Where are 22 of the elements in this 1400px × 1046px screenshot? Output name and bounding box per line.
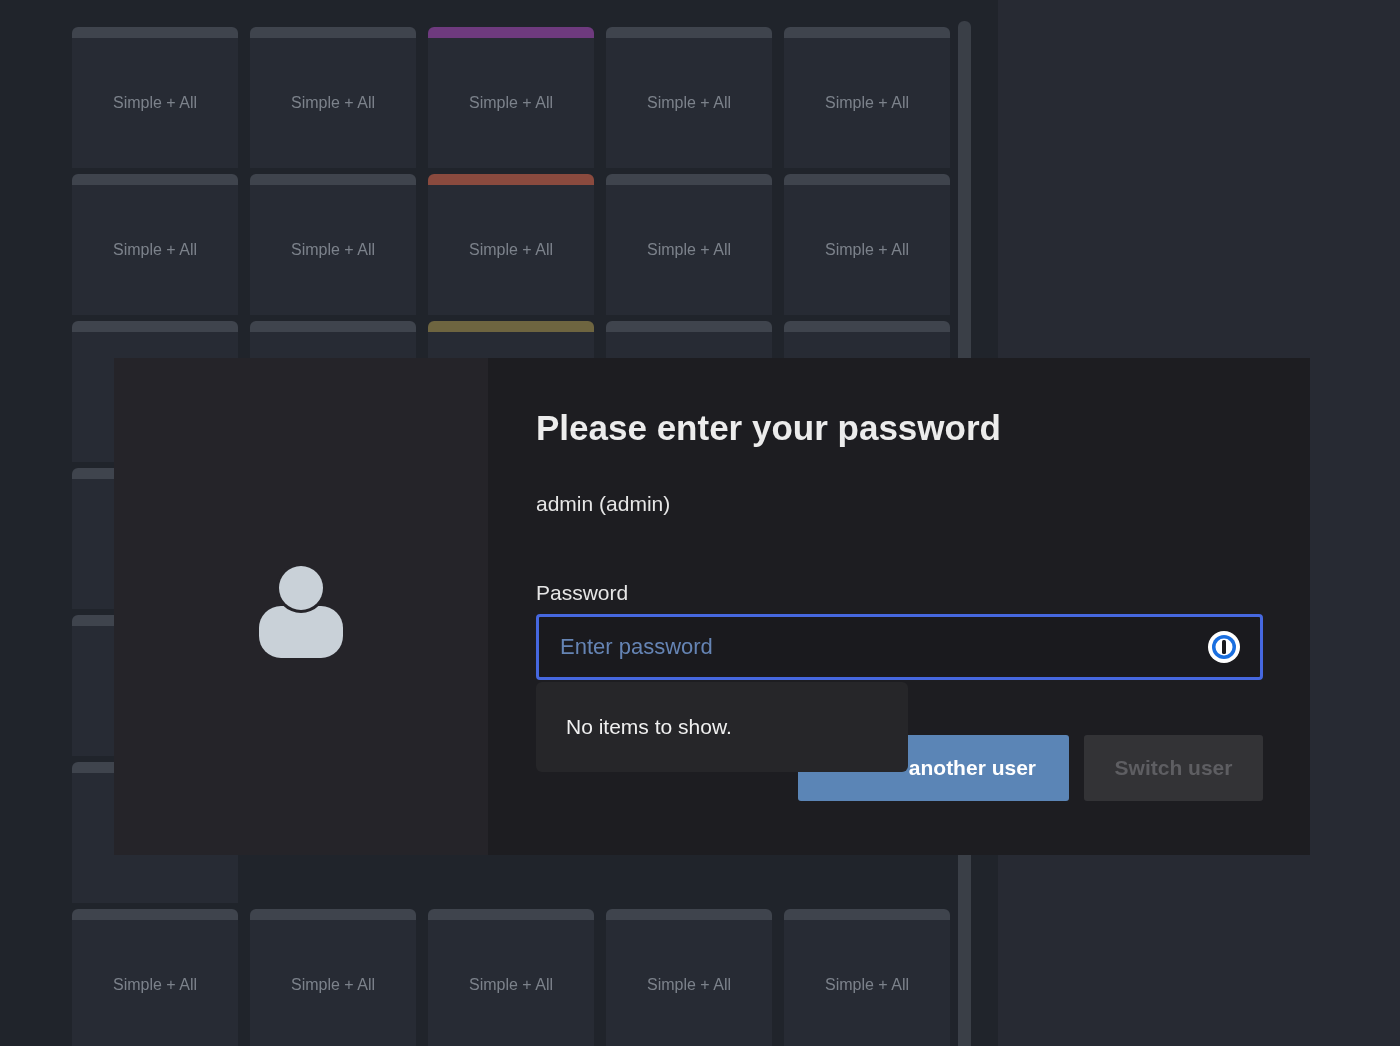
tile-card[interactable]: Simple + All xyxy=(72,38,238,168)
user-icon xyxy=(259,565,343,658)
tile-card[interactable]: Simple + All xyxy=(428,920,594,1046)
tile-card[interactable]: Simple + All xyxy=(784,920,950,1046)
tile-card[interactable]: Simple + All xyxy=(250,185,416,315)
tile-card[interactable]: Simple + All xyxy=(72,185,238,315)
tile-card[interactable]: Simple + All xyxy=(606,920,772,1046)
tile-card[interactable]: Simple + All xyxy=(428,38,594,168)
tile-card[interactable]: Simple + All xyxy=(784,38,950,168)
password-label: Password xyxy=(536,581,630,605)
tile-card[interactable]: Simple + All xyxy=(784,185,950,315)
tile-card[interactable]: Simple + All xyxy=(428,185,594,315)
dialog-title: Please enter your password xyxy=(536,408,1002,448)
user-name: admin (admin) xyxy=(536,492,672,516)
tile-card[interactable]: Simple + All xyxy=(606,38,772,168)
tile-card[interactable]: Simple + All xyxy=(606,185,772,315)
tile-card[interactable]: Simple + All xyxy=(250,920,416,1046)
password-manager-icon[interactable] xyxy=(1207,630,1241,664)
password-field[interactable]: Enter password xyxy=(536,614,1263,680)
empty-message: No items to show. xyxy=(566,715,732,739)
tile-card[interactable]: Simple + All xyxy=(72,920,238,1046)
tile-card[interactable]: Simple + All xyxy=(250,38,416,168)
